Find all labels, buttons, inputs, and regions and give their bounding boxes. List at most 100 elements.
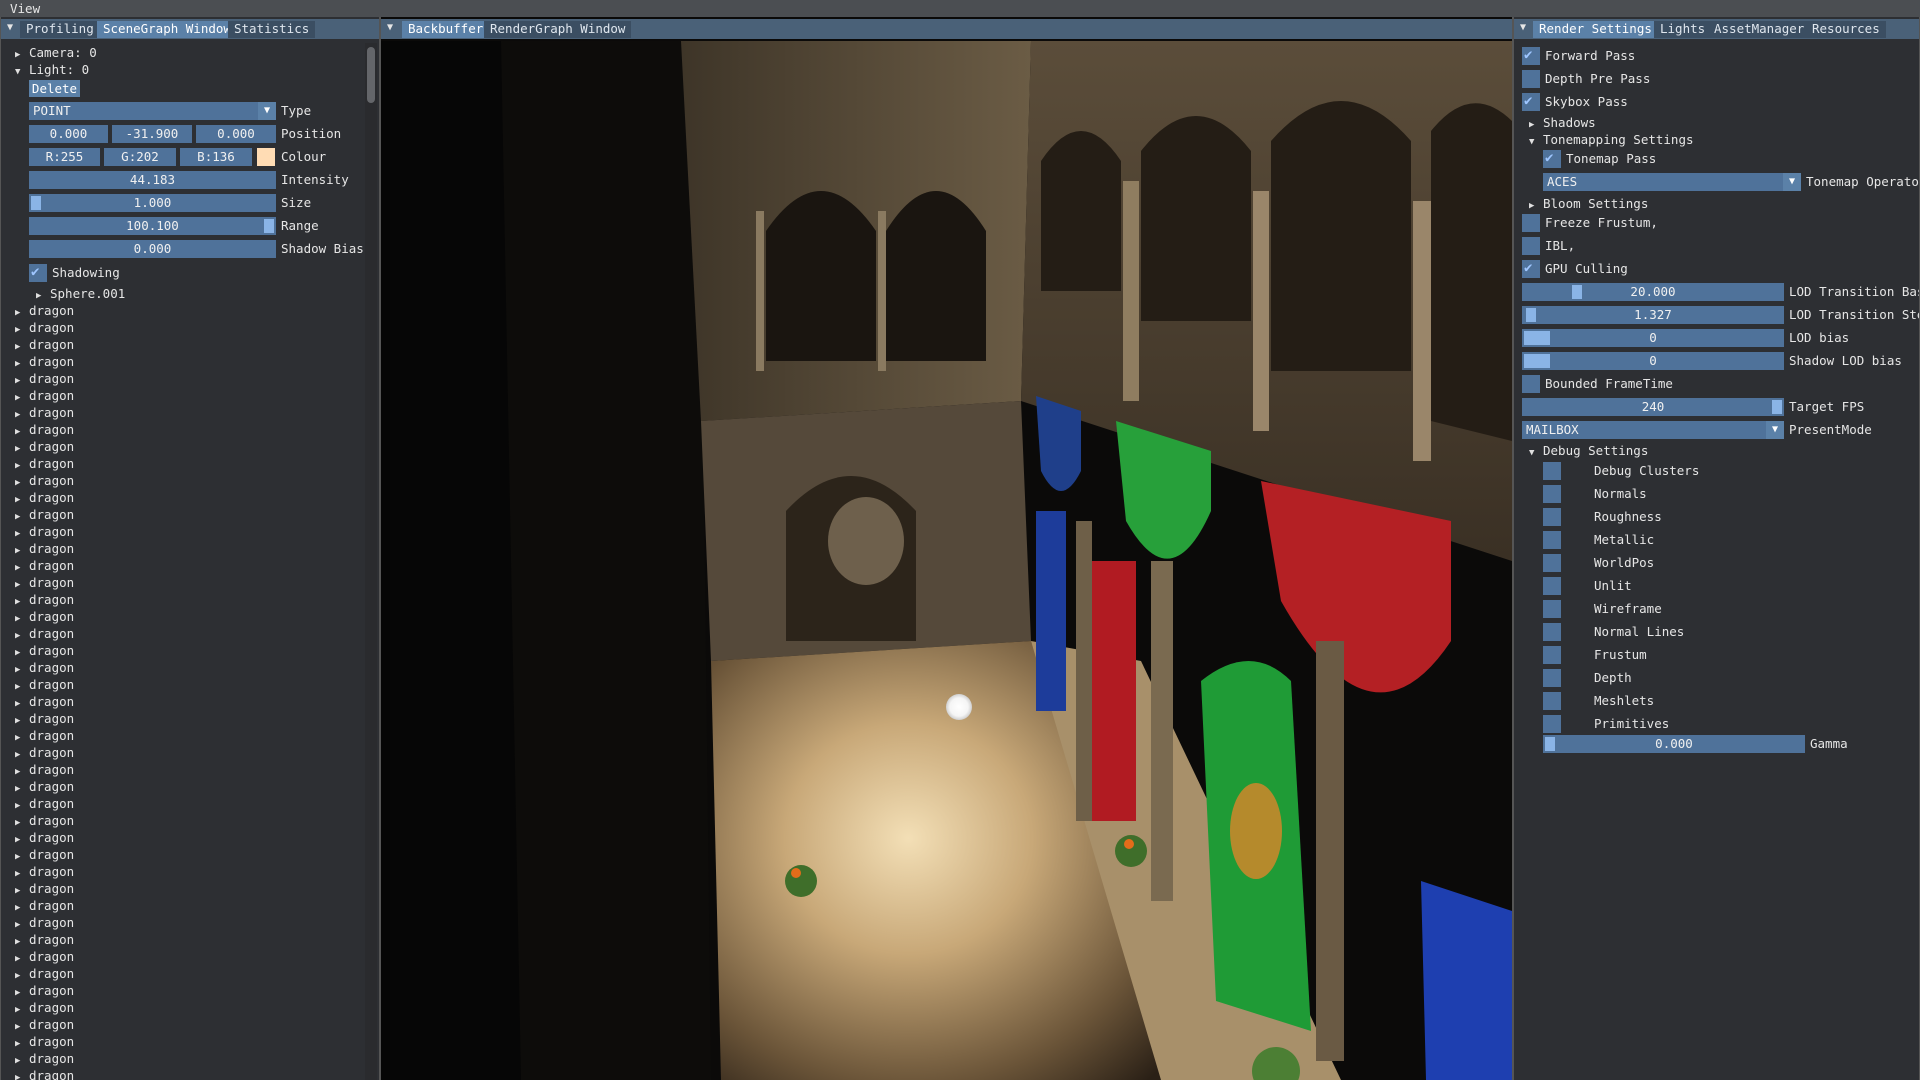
tree-node-dragon[interactable]: ▶ dragon: [15, 626, 74, 642]
dropdown-arrow-icon[interactable]: ▼: [1766, 421, 1784, 439]
tab-rendergraph-window[interactable]: RenderGraph Window: [484, 21, 632, 38]
tree-node-dragon[interactable]: ▶ dragon: [15, 422, 74, 438]
tree-node-dragon[interactable]: ▶ dragon: [15, 609, 74, 625]
tree-node-dragon[interactable]: ▶ dragon: [15, 762, 74, 778]
tab-profiling[interactable]: Profiling: [20, 21, 100, 38]
expand-arrow-icon[interactable]: ▶: [15, 611, 29, 627]
colour-b-input[interactable]: B:136: [180, 148, 252, 166]
expand-arrow-icon[interactable]: ▶: [15, 985, 29, 1001]
intensity-input[interactable]: 44.183: [29, 171, 276, 189]
slider-grab[interactable]: [1526, 308, 1536, 322]
render-viewport[interactable]: [381, 41, 1512, 1080]
tab-lights[interactable]: Lights: [1654, 21, 1712, 38]
tree-node-dragon[interactable]: ▶ dragon: [15, 915, 74, 931]
debug-checkbox[interactable]: [1543, 692, 1561, 710]
expand-arrow-icon[interactable]: ▶: [15, 951, 29, 967]
panel-menu-icon[interactable]: ▼: [7, 22, 17, 35]
debug-checkbox[interactable]: [1543, 577, 1561, 595]
tree-node-dragon[interactable]: ▶ dragon: [15, 1017, 74, 1033]
expand-arrow-icon[interactable]: ▶: [15, 747, 29, 763]
tree-node-dragon[interactable]: ▶ dragon: [15, 575, 74, 591]
tree-node-dragon[interactable]: ▶ dragon: [15, 677, 74, 693]
expand-arrow-icon[interactable]: ▶: [15, 356, 29, 372]
expand-arrow-icon[interactable]: ▶: [15, 645, 29, 661]
expand-arrow-icon[interactable]: ▶: [15, 764, 29, 780]
tree-node-dragon[interactable]: ▶ dragon: [15, 303, 74, 319]
collapse-arrow-icon[interactable]: ▼: [1529, 445, 1543, 461]
colour-g-input[interactable]: G:202: [104, 148, 176, 166]
tree-node-dragon[interactable]: ▶ dragon: [15, 745, 74, 761]
expand-arrow-icon[interactable]: ▶: [15, 696, 29, 712]
collapse-arrow-icon[interactable]: ▼: [1529, 134, 1543, 150]
expand-arrow-icon[interactable]: ▶: [15, 390, 29, 406]
tree-node-dragon[interactable]: ▶ dragon: [15, 881, 74, 897]
expand-arrow-icon[interactable]: ▶: [15, 730, 29, 746]
expand-arrow-icon[interactable]: ▶: [15, 781, 29, 797]
tree-node-dragon[interactable]: ▶ dragon: [15, 592, 74, 608]
tree-node-dragon[interactable]: ▶ dragon: [15, 405, 74, 421]
expand-arrow-icon[interactable]: ▶: [15, 832, 29, 848]
tree-node-dragon[interactable]: ▶ dragon: [15, 660, 74, 676]
slider-grab[interactable]: [1524, 331, 1550, 345]
forward-pass-checkbox[interactable]: ✔: [1522, 47, 1540, 65]
tree-node-debug-settings[interactable]: ▼ Debug Settings: [1529, 443, 1648, 459]
expand-arrow-icon[interactable]: ▶: [15, 492, 29, 508]
shadow-bias-input[interactable]: 0.000: [29, 240, 276, 258]
expand-arrow-icon[interactable]: ▶: [15, 560, 29, 576]
expand-arrow-icon[interactable]: ▶: [15, 47, 29, 63]
tree-node-dragon[interactable]: ▶ dragon: [15, 320, 74, 336]
debug-checkbox[interactable]: [1543, 646, 1561, 664]
tree-node-camera[interactable]: ▶ Camera: 0: [15, 45, 97, 61]
slider-grab[interactable]: [264, 219, 274, 233]
lod-transition-base-slider[interactable]: 20.000: [1522, 283, 1784, 301]
expand-arrow-icon[interactable]: ▶: [15, 594, 29, 610]
expand-arrow-icon[interactable]: ▶: [15, 662, 29, 678]
tree-node-dragon[interactable]: ▶ dragon: [15, 847, 74, 863]
tree-node-dragon[interactable]: ▶ dragon: [15, 439, 74, 455]
tonemap-operator-dropdown[interactable]: ACES ▼: [1543, 173, 1801, 191]
tree-node-dragon[interactable]: ▶ dragon: [15, 541, 74, 557]
tree-node-dragon[interactable]: ▶ dragon: [15, 507, 74, 523]
expand-arrow-icon[interactable]: ▶: [15, 1036, 29, 1052]
expand-arrow-icon[interactable]: ▶: [15, 1053, 29, 1069]
tab-backbuffer[interactable]: Backbuffer: [402, 21, 490, 38]
expand-arrow-icon[interactable]: ▶: [15, 322, 29, 338]
expand-arrow-icon[interactable]: ▶: [15, 339, 29, 355]
tree-node-tonemapping-settings[interactable]: ▼ Tonemapping Settings: [1529, 132, 1694, 148]
dropdown-arrow-icon[interactable]: ▼: [258, 102, 276, 120]
size-slider[interactable]: 1.000: [29, 194, 276, 212]
tree-node-dragon[interactable]: ▶ dragon: [15, 694, 74, 710]
tree-node-dragon[interactable]: ▶ dragon: [15, 558, 74, 574]
tree-node-dragon[interactable]: ▶ dragon: [15, 524, 74, 540]
expand-arrow-icon[interactable]: ▶: [15, 968, 29, 984]
lod-transition-step-slider[interactable]: 1.327: [1522, 306, 1784, 324]
expand-arrow-icon[interactable]: ▶: [36, 288, 50, 304]
slider-grab[interactable]: [31, 196, 41, 210]
tree-node-shadows[interactable]: ▶ Shadows: [1529, 115, 1596, 131]
menu-view[interactable]: View: [10, 1, 40, 16]
expand-arrow-icon[interactable]: ▶: [15, 526, 29, 542]
expand-arrow-icon[interactable]: ▶: [15, 900, 29, 916]
tree-node-dragon[interactable]: ▶ dragon: [15, 643, 74, 659]
tree-node-dragon[interactable]: ▶ dragon: [15, 949, 74, 965]
tree-node-dragon[interactable]: ▶ dragon: [15, 337, 74, 353]
dropdown-arrow-icon[interactable]: ▼: [1783, 173, 1801, 191]
debug-checkbox[interactable]: [1543, 462, 1561, 480]
expand-arrow-icon[interactable]: ▶: [15, 798, 29, 814]
lod-bias-slider[interactable]: 0: [1522, 329, 1784, 347]
tree-node-dragon[interactable]: ▶ dragon: [15, 983, 74, 999]
tree-node-dragon[interactable]: ▶ dragon: [15, 813, 74, 829]
slider-grab[interactable]: [1524, 354, 1550, 368]
slider-grab[interactable]: [1772, 400, 1782, 414]
panel-menu-icon[interactable]: ▼: [387, 22, 397, 35]
expand-arrow-icon[interactable]: ▶: [15, 577, 29, 593]
tree-node-light[interactable]: ▼ Light: 0: [15, 62, 89, 78]
expand-arrow-icon[interactable]: ▶: [15, 713, 29, 729]
expand-arrow-icon[interactable]: ▶: [15, 866, 29, 882]
tonemap-pass-checkbox[interactable]: ✔: [1543, 150, 1561, 168]
expand-arrow-icon[interactable]: ▶: [15, 849, 29, 865]
debug-checkbox[interactable]: [1543, 623, 1561, 641]
present-mode-dropdown[interactable]: MAILBOX ▼: [1522, 421, 1784, 439]
debug-checkbox[interactable]: [1543, 508, 1561, 526]
expand-arrow-icon[interactable]: ▶: [15, 1002, 29, 1018]
